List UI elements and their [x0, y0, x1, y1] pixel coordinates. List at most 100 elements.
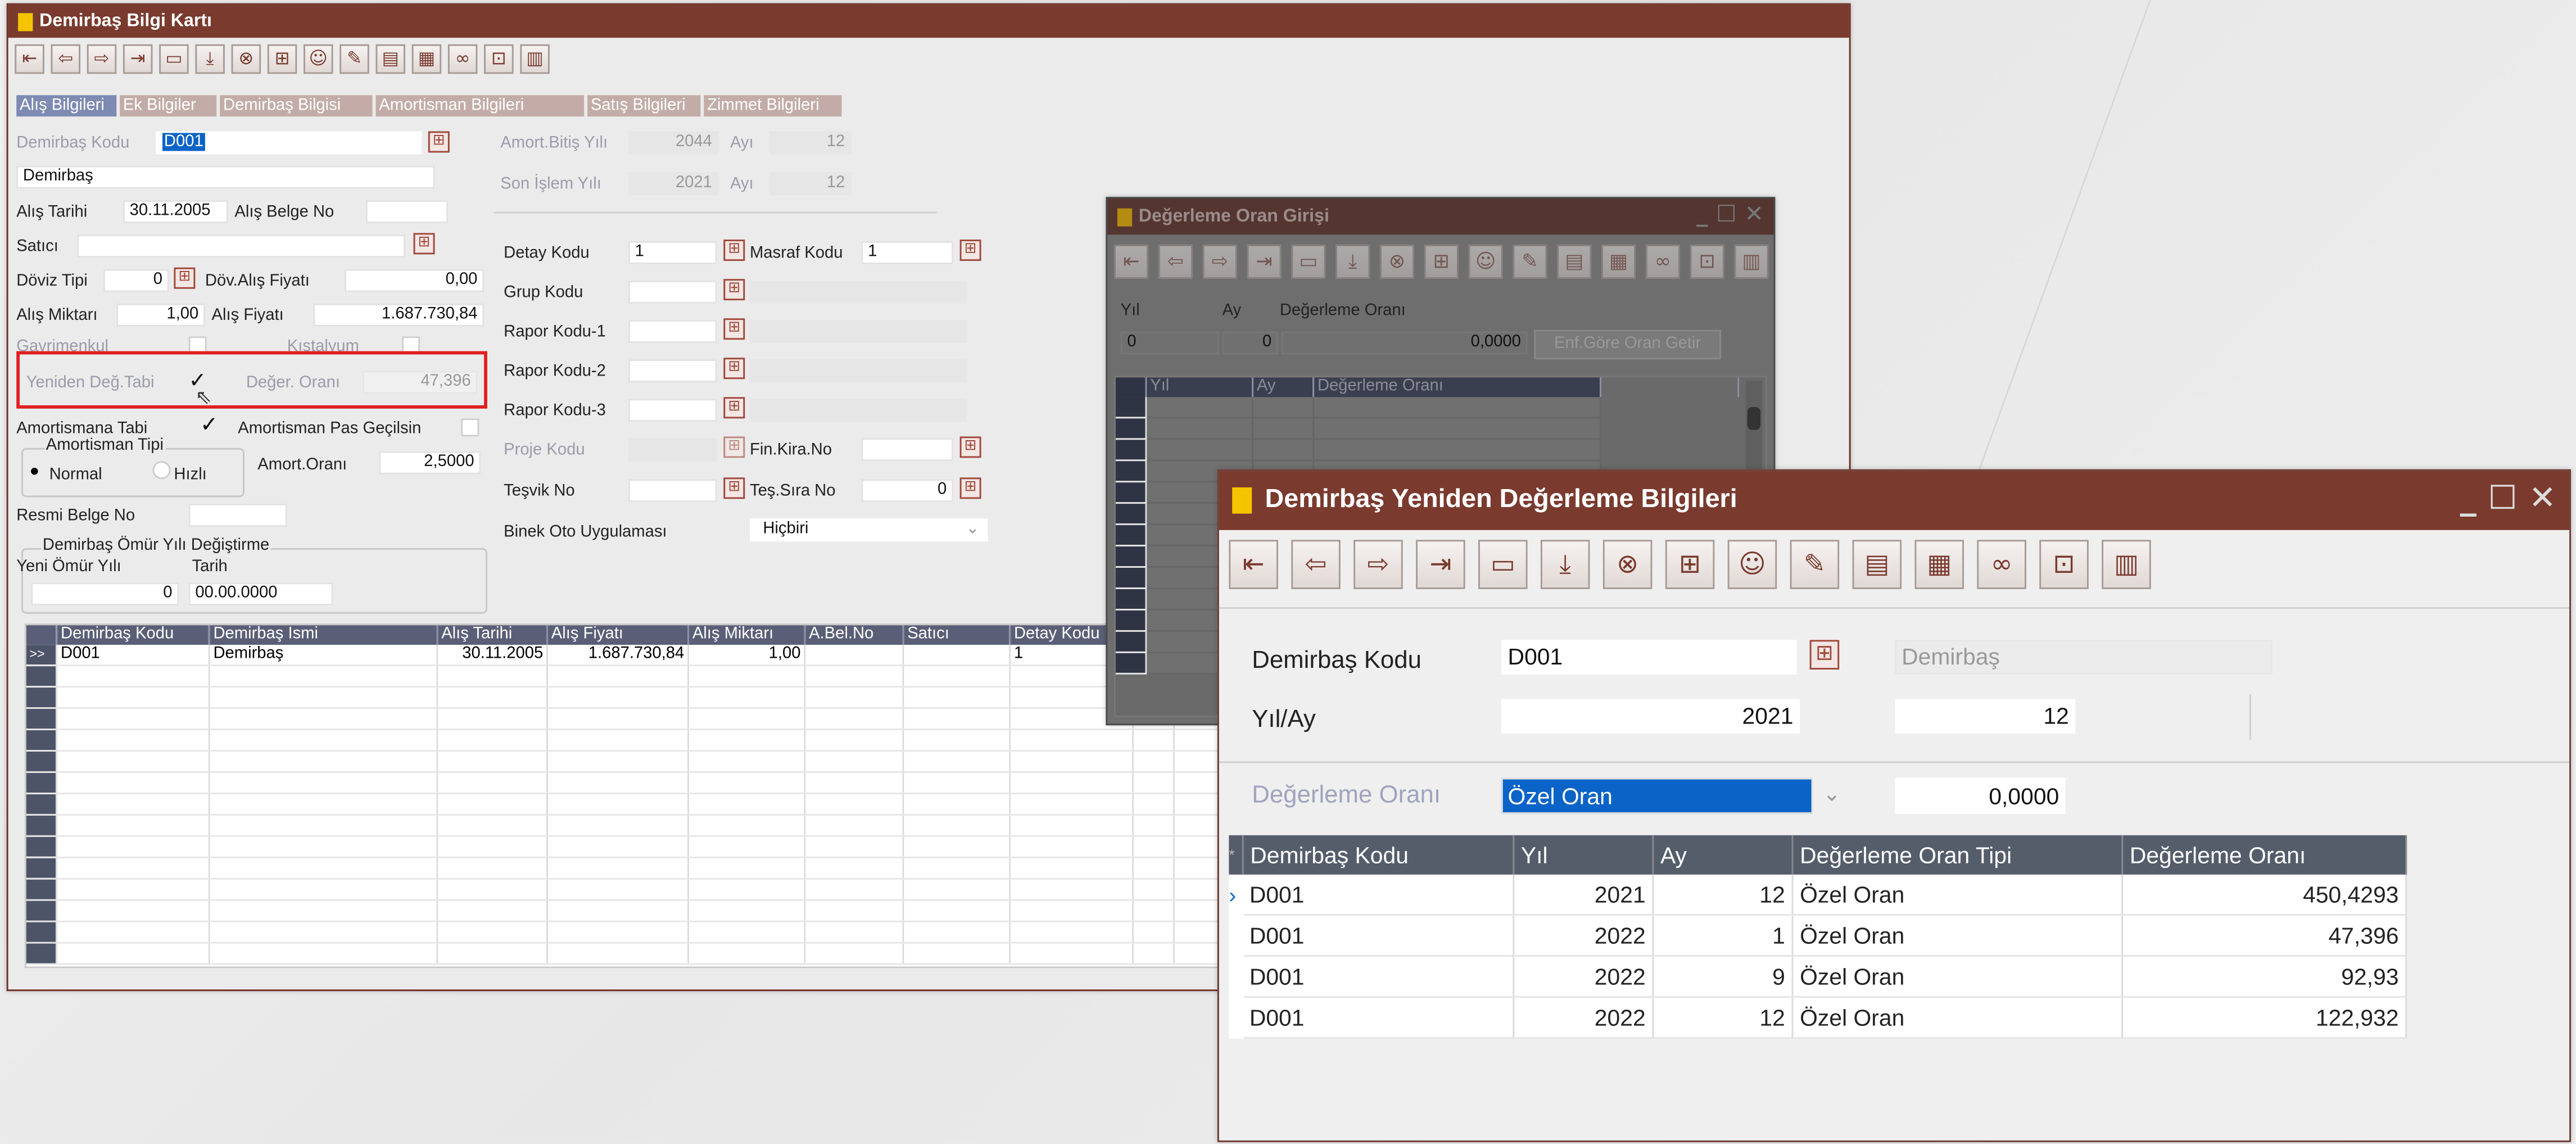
table-row[interactable]: › D001 2021 12 Özel Oran 450,4293 — [1229, 874, 2407, 916]
table-cell[interactable] — [437, 772, 548, 794]
table-cell[interactable] — [56, 686, 210, 709]
alis-tarihi-field[interactable]: 30.11.2005 — [123, 200, 228, 223]
table-cell[interactable] — [804, 665, 904, 688]
table-cell[interactable] — [437, 750, 548, 773]
mid-titlebar[interactable]: Değerleme Oran Girişi _ ☐ ✕ — [1107, 198, 1774, 235]
table-cell[interactable] — [209, 921, 438, 944]
amortismana-tabi-checkmark-icon[interactable]: ✓ — [200, 412, 218, 438]
satici-field[interactable] — [77, 234, 405, 258]
rapor-kodu-1-picker-icon[interactable]: ⊞ — [723, 318, 745, 340]
last-record-icon[interactable]: ⇥ — [1247, 244, 1282, 279]
alis-fiyati-field[interactable]: 1.687.730,84 — [313, 304, 485, 327]
table-cell[interactable] — [56, 815, 210, 837]
rapor-kodu-2-field[interactable] — [628, 359, 717, 383]
tab-ek-bilgiler[interactable]: Ek Bilgiler — [120, 95, 217, 117]
table-cell[interactable]: Özel Oran — [1792, 915, 2124, 957]
table-cell[interactable] — [209, 836, 438, 858]
table-cell[interactable]: D001 — [1243, 874, 1515, 916]
normal-radio[interactable]: ● — [30, 463, 40, 481]
table-cell[interactable] — [56, 750, 210, 773]
masraf-kodu-picker-icon[interactable]: ⊞ — [959, 239, 981, 261]
table-cell[interactable] — [56, 942, 210, 965]
table-cell[interactable] — [547, 665, 689, 688]
front-window-controls-icon[interactable]: _ ☐ ✕ — [2460, 477, 2556, 517]
table-cell[interactable] — [547, 857, 689, 880]
edit-icon[interactable]: ✎ — [1790, 540, 1840, 589]
table-cell[interactable] — [1009, 921, 1134, 944]
column-header[interactable]: Demirbaş Kodu — [1243, 835, 1515, 875]
table-cell[interactable] — [209, 772, 438, 794]
table-cell[interactable] — [903, 857, 1011, 880]
next-record-icon[interactable]: ⇨ — [1353, 540, 1403, 589]
table-cell[interactable] — [437, 729, 548, 752]
table-cell[interactable] — [1009, 815, 1134, 837]
download-icon[interactable]: ⤓ — [1335, 244, 1370, 279]
dov-alis-fiyati-field[interactable]: 0,00 — [344, 269, 485, 292]
table-cell[interactable] — [688, 665, 806, 688]
table-cell[interactable] — [1009, 857, 1134, 880]
table-row[interactable]: D001 2022 12 Özel Oran 122,932 — [1229, 997, 2407, 1039]
front-demirbas-kodu-field[interactable]: D001 — [1501, 640, 1797, 675]
column-header[interactable]: Demirbaş Kodu — [56, 625, 210, 645]
table-cell[interactable] — [903, 900, 1011, 923]
table-cell[interactable] — [688, 942, 806, 965]
degerleme-oran-field[interactable]: 0,0000 — [1895, 777, 2066, 814]
tes-sira-picker-icon[interactable]: ⊞ — [959, 477, 981, 499]
table-cell[interactable] — [437, 921, 548, 944]
first-record-icon[interactable]: ⇤ — [1229, 540, 1278, 589]
table-cell[interactable] — [209, 793, 438, 816]
table-cell[interactable] — [547, 942, 689, 965]
table-cell[interactable] — [804, 708, 904, 730]
doviz-tipi-picker-icon[interactable]: ⊞ — [174, 267, 196, 289]
table-cell[interactable]: 450,4293 — [2122, 874, 2407, 916]
table-cell[interactable] — [437, 665, 548, 688]
tab-zimmet-bilgileri[interactable]: Zimmet Bilgileri — [704, 95, 842, 117]
table-cell[interactable] — [688, 708, 806, 730]
table-cell[interactable] — [437, 836, 548, 858]
column-header[interactable]: Satıcı — [903, 625, 1011, 645]
binek-oto-select[interactable]: Hiçbiri ⌄ — [749, 518, 988, 542]
table-cell[interactable] — [547, 879, 689, 901]
column-header[interactable]: Değerleme Oranı — [1313, 377, 1601, 397]
first-record-icon[interactable]: ⇤ — [1114, 244, 1149, 279]
cancel-icon[interactable]: ⊗ — [231, 44, 261, 74]
table-cell[interactable] — [1146, 397, 1254, 419]
table-cell[interactable] — [903, 836, 1011, 858]
xls-icon[interactable]: ▥ — [2102, 540, 2151, 589]
detay-kodu-field[interactable]: 1 — [628, 241, 717, 264]
doviz-tipi-field[interactable]: 0 — [103, 269, 169, 292]
cancel-icon[interactable]: ⊗ — [1602, 540, 1653, 589]
front-kodu-picker-icon[interactable]: ⊞ — [1809, 640, 1840, 670]
column-header[interactable]: Yıl — [1146, 377, 1254, 397]
table-cell[interactable] — [1133, 750, 1175, 773]
mid-ay-field[interactable]: 0 — [1222, 331, 1278, 355]
table-cell[interactable]: D001 — [56, 645, 210, 667]
son-islem-yili-field[interactable]: 2021 — [628, 172, 719, 196]
table-cell[interactable]: 12 — [1653, 874, 1794, 916]
column-header[interactable]: Değerleme Oranı — [2122, 835, 2407, 875]
log-icon[interactable]: ▤ — [1557, 244, 1592, 279]
table-cell[interactable] — [547, 729, 689, 752]
table-cell[interactable] — [1313, 397, 1601, 419]
column-header[interactable]: Demirbaş İsmi — [209, 625, 438, 645]
resmi-belge-no-field[interactable] — [188, 504, 287, 527]
enf-gore-oran-getir-button[interactable]: Enf.Göre Oran Getir — [1534, 329, 1722, 360]
first-record-icon[interactable]: ⇤ — [15, 44, 44, 74]
table-cell[interactable]: Özel Oran — [1792, 874, 2124, 916]
edit-icon[interactable]: ✎ — [1513, 244, 1547, 279]
table-cell[interactable] — [56, 772, 210, 794]
amortisman-pas-checkbox[interactable] — [461, 418, 479, 437]
table-cell[interactable] — [1313, 438, 1601, 462]
table-cell[interactable] — [1133, 772, 1175, 794]
table-cell[interactable] — [56, 793, 210, 816]
lock-icon[interactable]: ⊡ — [484, 44, 514, 74]
tes-sira-no-field[interactable]: 0 — [861, 479, 953, 503]
table-cell[interactable] — [56, 836, 210, 858]
alis-belge-no-field[interactable] — [365, 200, 448, 223]
table-cell[interactable]: D001 — [1243, 956, 1515, 998]
table-cell[interactable] — [547, 793, 689, 816]
table-row[interactable]: D001 2022 1 Özel Oran 47,396 — [1229, 915, 2407, 957]
add-icon[interactable]: ⊞ — [1665, 540, 1715, 589]
table-cell[interactable] — [547, 836, 689, 858]
deger-orani-field[interactable]: 47,396 — [363, 370, 478, 394]
